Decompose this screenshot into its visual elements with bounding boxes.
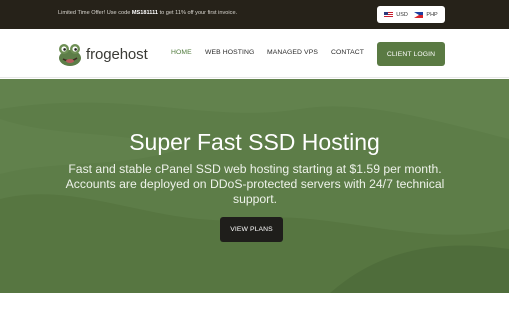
view-plans-button[interactable]: VIEW PLANS xyxy=(220,217,283,242)
us-flag-icon xyxy=(384,11,394,18)
promo-code: MS181111 xyxy=(131,10,159,16)
ph-flag-icon xyxy=(414,11,424,18)
logo-text: frogehost xyxy=(86,45,148,63)
promo-text: Limited Time Offer! Use code MS181111 to… xyxy=(58,10,237,16)
client-login-button[interactable]: CLIENT LOGIN xyxy=(377,42,445,66)
currency-usd-label: USD xyxy=(396,11,408,18)
hero-section: Super Fast SSD Hosting Fast and stable c… xyxy=(0,79,509,293)
currency-usd[interactable]: USD xyxy=(384,11,408,18)
currency-php-label: PHP xyxy=(426,11,438,18)
currency-switcher[interactable]: USD PHP xyxy=(377,6,445,23)
hero-subtitle: Fast and stable cPanel SSD web hosting s… xyxy=(65,162,445,206)
hero-title: Super Fast SSD Hosting xyxy=(129,129,380,155)
promo-suffix: to get 11% off your first invoice. xyxy=(158,10,238,16)
page-content-start xyxy=(0,293,509,315)
top-announcement-bar: Limited Time Offer! Use code MS181111 to… xyxy=(0,0,509,29)
main-navbar: frogehost HOME WEB HOSTING MANAGED VPS C… xyxy=(0,29,509,78)
nav-contact[interactable]: CONTACT xyxy=(331,49,364,56)
site-logo[interactable]: frogehost xyxy=(57,41,148,67)
nav-managed-vps[interactable]: MANAGED VPS xyxy=(267,49,318,56)
promo-prefix: Limited Time Offer! Use code xyxy=(58,10,132,16)
frog-icon xyxy=(59,44,81,66)
nav-web-hosting[interactable]: WEB HOSTING xyxy=(205,49,254,56)
currency-php[interactable]: PHP xyxy=(414,11,438,18)
nav-home[interactable]: HOME xyxy=(171,49,192,56)
